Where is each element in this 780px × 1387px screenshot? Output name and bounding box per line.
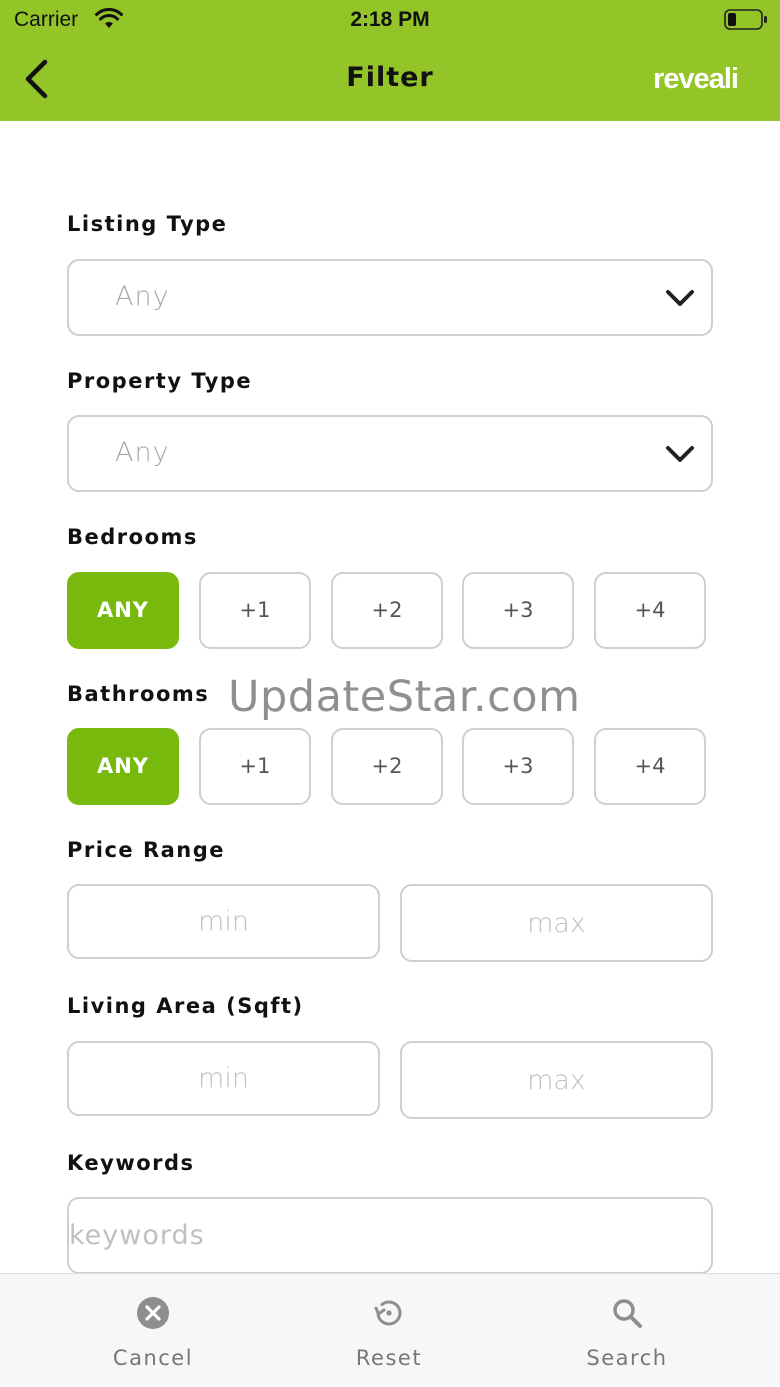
bottom-action-bar: Cancel Reset Search xyxy=(0,1273,780,1387)
price-max-field[interactable] xyxy=(400,884,713,962)
living-area-min-input[interactable] xyxy=(69,1043,378,1114)
cancel-icon xyxy=(137,1297,169,1329)
price-min-input[interactable] xyxy=(69,886,378,957)
keywords-label: Keywords xyxy=(67,1151,195,1175)
keywords-input[interactable] xyxy=(69,1199,711,1272)
chevron-down-icon xyxy=(666,290,694,306)
bathrooms-option-4[interactable]: +4 xyxy=(594,728,706,805)
price-min-field[interactable] xyxy=(67,884,380,959)
bedrooms-option-any[interactable]: ANY xyxy=(67,572,179,649)
listing-type-label: Listing Type xyxy=(67,212,228,236)
living-area-min-field[interactable] xyxy=(67,1041,380,1116)
bathrooms-option-1[interactable]: +1 xyxy=(199,728,311,805)
search-button[interactable]: Search xyxy=(527,1274,727,1387)
living-area-max-field[interactable] xyxy=(400,1041,713,1119)
cancel-label: Cancel xyxy=(112,1346,194,1370)
price-range-label: Price Range xyxy=(67,838,226,862)
reset-label: Reset xyxy=(355,1346,423,1370)
status-bar: Carrier 2:18 PM xyxy=(0,0,780,40)
cancel-button[interactable]: Cancel xyxy=(53,1274,253,1387)
bedrooms-option-2[interactable]: +2 xyxy=(331,572,443,649)
bedrooms-option-1[interactable]: +1 xyxy=(199,572,311,649)
bedrooms-option-4[interactable]: +4 xyxy=(594,572,706,649)
property-type-value: Any xyxy=(115,437,170,468)
keywords-field[interactable] xyxy=(67,1197,713,1274)
property-type-select[interactable]: Any xyxy=(67,415,713,492)
chevron-down-icon xyxy=(666,446,694,462)
listing-type-value: Any xyxy=(115,281,170,312)
reset-icon xyxy=(374,1300,402,1326)
battery-icon xyxy=(724,9,767,30)
property-type-label: Property Type xyxy=(67,369,253,393)
search-icon xyxy=(613,1299,642,1328)
brand-logo: reveali xyxy=(653,63,739,95)
bathrooms-option-2[interactable]: +2 xyxy=(331,728,443,805)
bedrooms-option-3[interactable]: +3 xyxy=(462,572,574,649)
watermark-text: UpdateStar.com xyxy=(228,672,581,722)
clock: 2:18 PM xyxy=(350,8,430,31)
header-bar: Carrier 2:18 PM Filter reveali xyxy=(0,0,780,121)
listing-type-select[interactable]: Any xyxy=(67,259,713,336)
living-area-max-input[interactable] xyxy=(402,1043,711,1117)
price-max-input[interactable] xyxy=(402,886,711,960)
bathrooms-label: Bathrooms xyxy=(67,682,210,706)
search-label: Search xyxy=(586,1346,668,1370)
bedrooms-label: Bedrooms xyxy=(67,525,198,549)
living-area-label: Living Area (Sqft) xyxy=(67,994,304,1018)
bathrooms-option-any[interactable]: ANY xyxy=(67,728,179,805)
bathrooms-option-3[interactable]: +3 xyxy=(462,728,574,805)
reset-button[interactable]: Reset xyxy=(289,1274,489,1387)
